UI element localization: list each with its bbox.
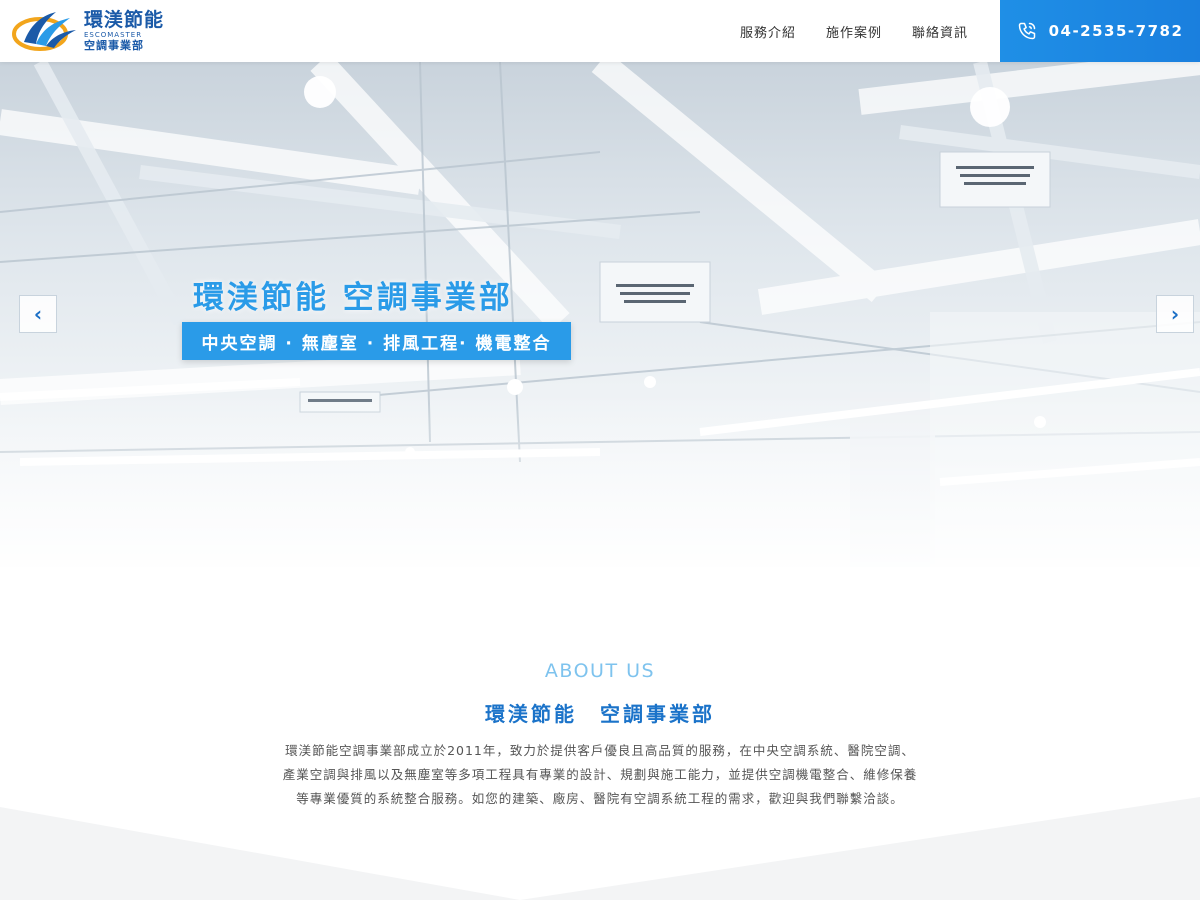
main-nav: 服務介紹 施作案例 聯絡資訊 [740,0,998,62]
phone-button[interactable]: 04-2535-7782 [1000,0,1200,62]
hero-banner: 中央空調 · 無塵室 · 排風工程· 機電整合 [182,322,571,360]
chevron-right-icon: › [1170,302,1180,326]
about-description: 環渼節能空調事業部成立於2011年，致力於提供客戶優良且高品質的服務，在中央空調… [282,743,918,806]
phone-number: 04-2535-7782 [1048,22,1184,40]
hero-slider: 環渼節能 空調事業部 中央空調 · 無塵室 · 排風工程· 機電整合 ‹ › [0,62,1200,567]
slider-next-button[interactable]: › [1156,295,1194,333]
logo-icon [12,12,76,51]
slider-prev-button[interactable]: ‹ [19,295,57,333]
about-title: 環渼節能 空調事業部 [485,702,715,726]
nav-item-contact[interactable]: 聯絡資訊 [912,22,968,41]
logo[interactable]: 環渼節能 ESCOMASTER 空調事業部 [10,6,164,56]
site-header: 環渼節能 ESCOMASTER 空調事業部 服務介紹 施作案例 聯絡資訊 04-… [0,0,1200,62]
logo-title: 環渼節能 [84,9,165,31]
logo-sub: 空調事業部 [84,39,144,52]
hero-title: 環渼節能 空調事業部 [193,280,513,316]
phone-icon [1018,22,1035,40]
about-background-shape [0,797,1200,900]
logo-en: ESCOMASTER [84,31,143,39]
logo-text: 環渼節能 ESCOMASTER 空調事業部 [84,9,165,52]
about-section: ABOUT US 環渼節能 空調事業部 環渼節能空調事業部成立於2011年，致力… [0,567,1200,900]
hero-background-image [0,62,1200,567]
chevron-left-icon: ‹ [33,302,43,326]
about-eyebrow: ABOUT US [544,660,656,682]
nav-item-services[interactable]: 服務介紹 [740,22,796,41]
nav-item-cases[interactable]: 施作案例 [826,22,882,41]
